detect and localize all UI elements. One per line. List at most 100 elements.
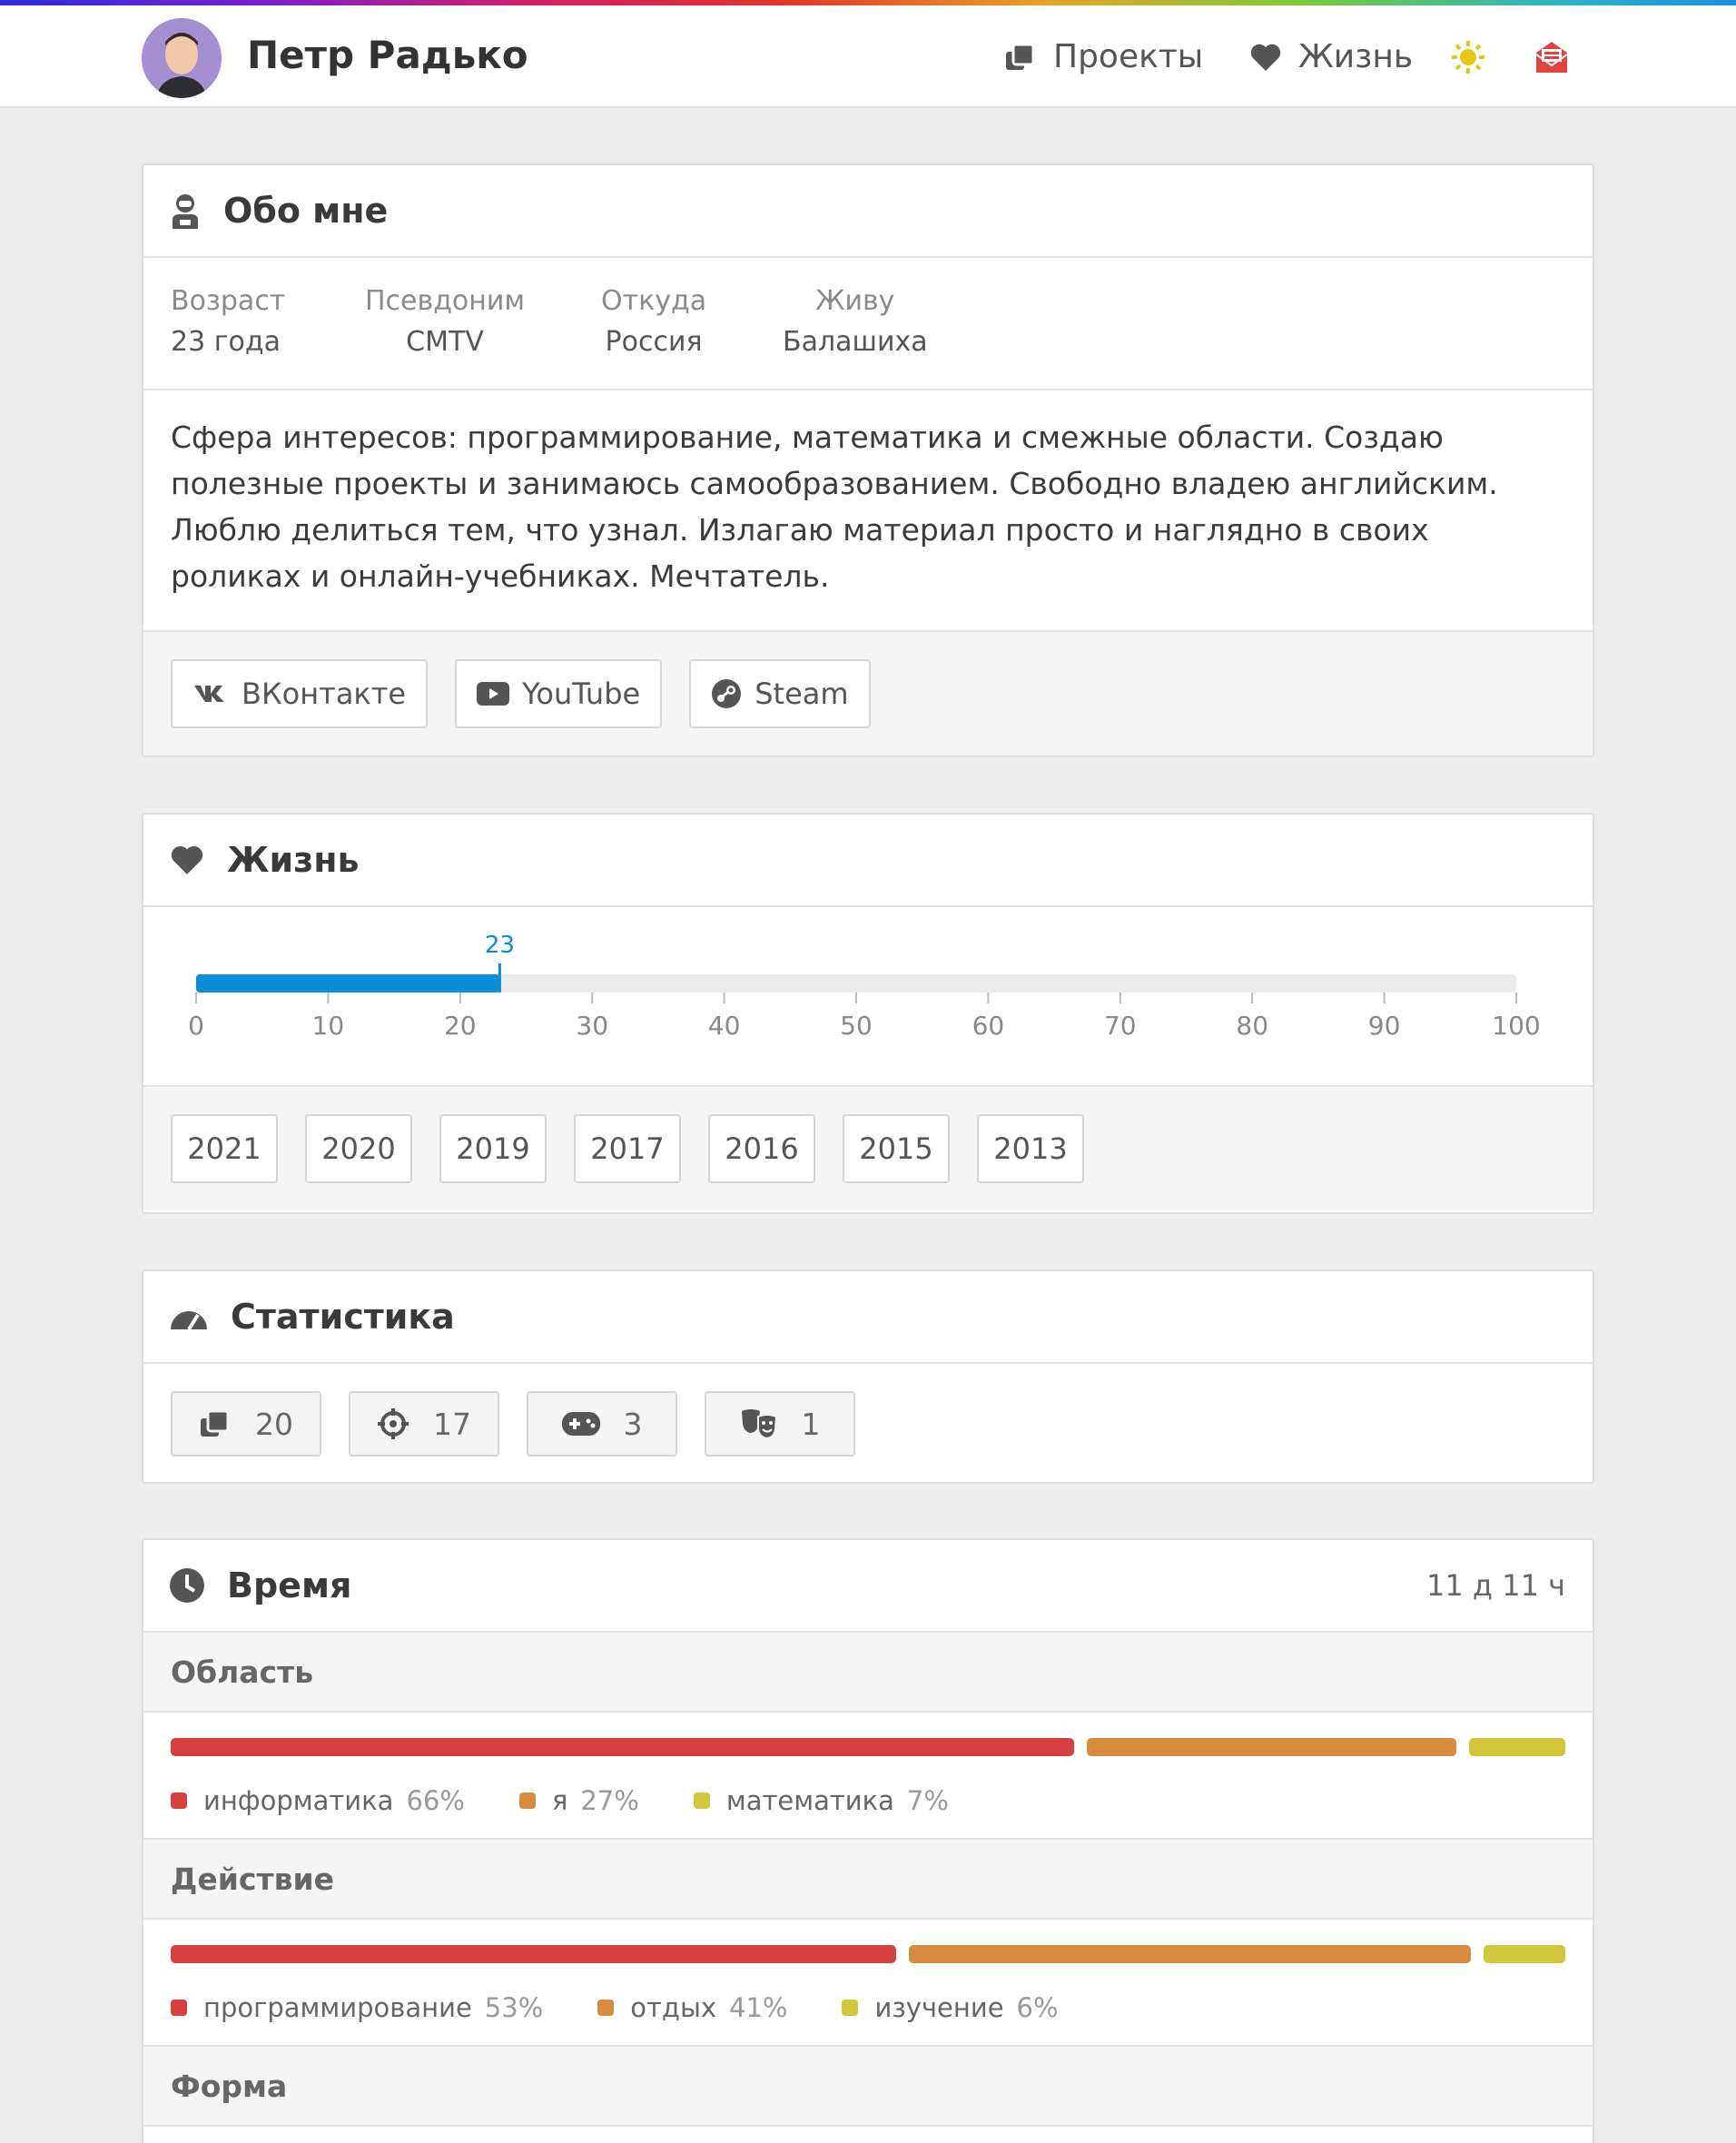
info-nickname-value: CMTV (406, 326, 484, 358)
stat-projects[interactable]: 20 (171, 1391, 321, 1457)
time-header: Время 11 д 11 ч (143, 1540, 1593, 1633)
timeline-tick-label: 40 (708, 1011, 741, 1041)
life-timeline: 23 0 10 20 30 40 50 60 70 80 90 100 (143, 907, 1593, 1087)
bar-segment-отдых[interactable] (909, 1945, 1471, 1963)
gamepad-icon (561, 1412, 600, 1436)
info-age-value: 23 года (171, 326, 281, 358)
action-bars (171, 1945, 1565, 1963)
legend-item: математика 7% (693, 1785, 949, 1816)
legend-dot (842, 2000, 859, 2016)
year-button-2021[interactable]: 2021 (171, 1114, 278, 1183)
info-residence-label: Живу (815, 285, 895, 317)
timeline-tick-label: 80 (1236, 1011, 1268, 1041)
site-title[interactable]: Петр Радько (247, 33, 528, 77)
theater-masks-icon (741, 1409, 777, 1440)
youtube-link-label: YouTube (522, 676, 641, 711)
timeline-tick-label: 60 (972, 1011, 1005, 1041)
info-age: Возраст 23 года (171, 285, 285, 358)
year-button-2015[interactable]: 2015 (843, 1114, 950, 1183)
area-bars (171, 1738, 1565, 1756)
vk-link-label: ВКонтакте (242, 676, 407, 711)
info-nickname-label: Псевдоним (365, 285, 526, 317)
about-info-row: Возраст 23 года Псевдоним CMTV Откуда Ро… (143, 258, 1593, 390)
legend-percent: 6% (1016, 1992, 1059, 2023)
vk-link[interactable]: ВКонтакте (171, 659, 429, 728)
year-button-2019[interactable]: 2019 (439, 1114, 547, 1183)
about-description: Сфера интересов: программирование, матем… (143, 390, 1593, 632)
timeline-current-label: 23 (485, 932, 515, 959)
heart-icon (1250, 44, 1281, 71)
time-title: Время (227, 1565, 352, 1605)
legend-percent: 7% (906, 1785, 949, 1816)
legend-item: изучение 6% (842, 1992, 1059, 2023)
clock-icon (170, 1568, 204, 1603)
mail-button[interactable] (1534, 40, 1569, 78)
stat-theater-value: 1 (801, 1406, 821, 1442)
timeline-tick-label: 30 (576, 1011, 608, 1041)
legend-label: математика (725, 1785, 894, 1816)
legend-item: информатика 66% (171, 1785, 465, 1816)
sun-icon (1452, 41, 1484, 74)
youtube-link[interactable]: YouTube (455, 659, 663, 728)
stat-games-value: 3 (623, 1406, 643, 1442)
legend-percent: 27% (580, 1785, 639, 1816)
stat-theater[interactable]: 1 (705, 1391, 855, 1457)
stat-games[interactable]: 3 (527, 1391, 677, 1457)
time-section-form-title: Форма (143, 2047, 1593, 2127)
stat-targets[interactable]: 17 (349, 1391, 499, 1457)
timeline-tick-label: 20 (444, 1011, 477, 1041)
legend-dot (171, 1792, 187, 1809)
time-section-area-title: Область (143, 1633, 1593, 1713)
timeline-tick-label: 50 (840, 1011, 873, 1041)
crosshair-icon (378, 1408, 409, 1439)
bar-segment-программирование[interactable] (171, 1945, 897, 1963)
stat-targets-value: 17 (433, 1406, 471, 1442)
legend-item: программирование 53% (171, 1992, 543, 2023)
info-nickname: Псевдоним CMTV (365, 285, 525, 358)
time-card: Время 11 д 11 ч Область информатика 66% я 2… (142, 1538, 1594, 2143)
legend-dot (597, 2000, 615, 2016)
timeline-tick-label: 10 (312, 1011, 345, 1041)
life-header: Жизнь (143, 815, 1593, 907)
legend-item: я 27% (518, 1785, 639, 1816)
timeline-progress (196, 974, 500, 992)
timeline-tick-label: 100 (1492, 1011, 1540, 1041)
nav-projects-label: Проекты (1053, 38, 1204, 75)
youtube-icon (477, 682, 510, 706)
year-button-2017[interactable]: 2017 (574, 1114, 681, 1183)
bar-segment-математика[interactable] (1469, 1738, 1565, 1756)
action-legend: программирование 53% отдых 41% изучение 6% (171, 1992, 1113, 2023)
top-navigation-bar: Петр Радько Проекты Жизнь (0, 5, 1736, 108)
stats-header: Статистика (143, 1271, 1593, 1364)
legend-label: отдых (630, 1992, 717, 2023)
timeline-tick-label: 90 (1368, 1011, 1401, 1041)
theme-toggle-button[interactable] (1451, 40, 1485, 78)
time-section-action: программирование 53% отдых 41% изучение 6% (143, 1920, 1593, 2047)
year-button-2020[interactable]: 2020 (305, 1114, 412, 1183)
info-residence: Живу Балашиха (783, 285, 928, 358)
stat-projects-value: 20 (255, 1406, 293, 1442)
about-card: Обо мне Возраст 23 года Псевдоним CMTV О… (142, 163, 1594, 757)
legend-item: отдых 41% (597, 1992, 787, 2023)
life-timeline-chart: 23 0 10 20 30 40 50 60 70 80 90 100 (188, 932, 1541, 1041)
stats-title: Статистика (231, 1297, 455, 1337)
avatar[interactable] (142, 18, 222, 98)
astronaut-icon (173, 194, 198, 229)
about-title: Обо мне (223, 191, 389, 231)
stats-items: 20 17 3 1 (143, 1364, 1593, 1482)
info-origin: Откуда Россия (601, 285, 706, 358)
bar-segment-информатика[interactable] (171, 1738, 1075, 1756)
life-card: Жизнь 23 0 10 20 30 40 50 60 70 80 90 100 2021 2020 2… (142, 813, 1594, 1214)
steam-link[interactable]: Steam (689, 659, 871, 728)
nav-life[interactable]: Жизнь (1249, 38, 1413, 75)
legend-percent: 66% (406, 1785, 465, 1816)
year-buttons: 2021 2020 2019 2017 2016 2015 2013 (143, 1087, 1593, 1210)
bar-segment-изучение[interactable] (1483, 1945, 1565, 1963)
year-button-2016[interactable]: 2016 (708, 1114, 815, 1183)
nav-life-label: Жизнь (1298, 38, 1414, 75)
mail-icon (1535, 42, 1568, 73)
year-button-2013[interactable]: 2013 (977, 1114, 1084, 1183)
timeline-tick-label: 0 (188, 1011, 204, 1041)
bar-segment-я[interactable] (1087, 1738, 1457, 1756)
nav-projects[interactable]: Проекты (1004, 38, 1203, 75)
